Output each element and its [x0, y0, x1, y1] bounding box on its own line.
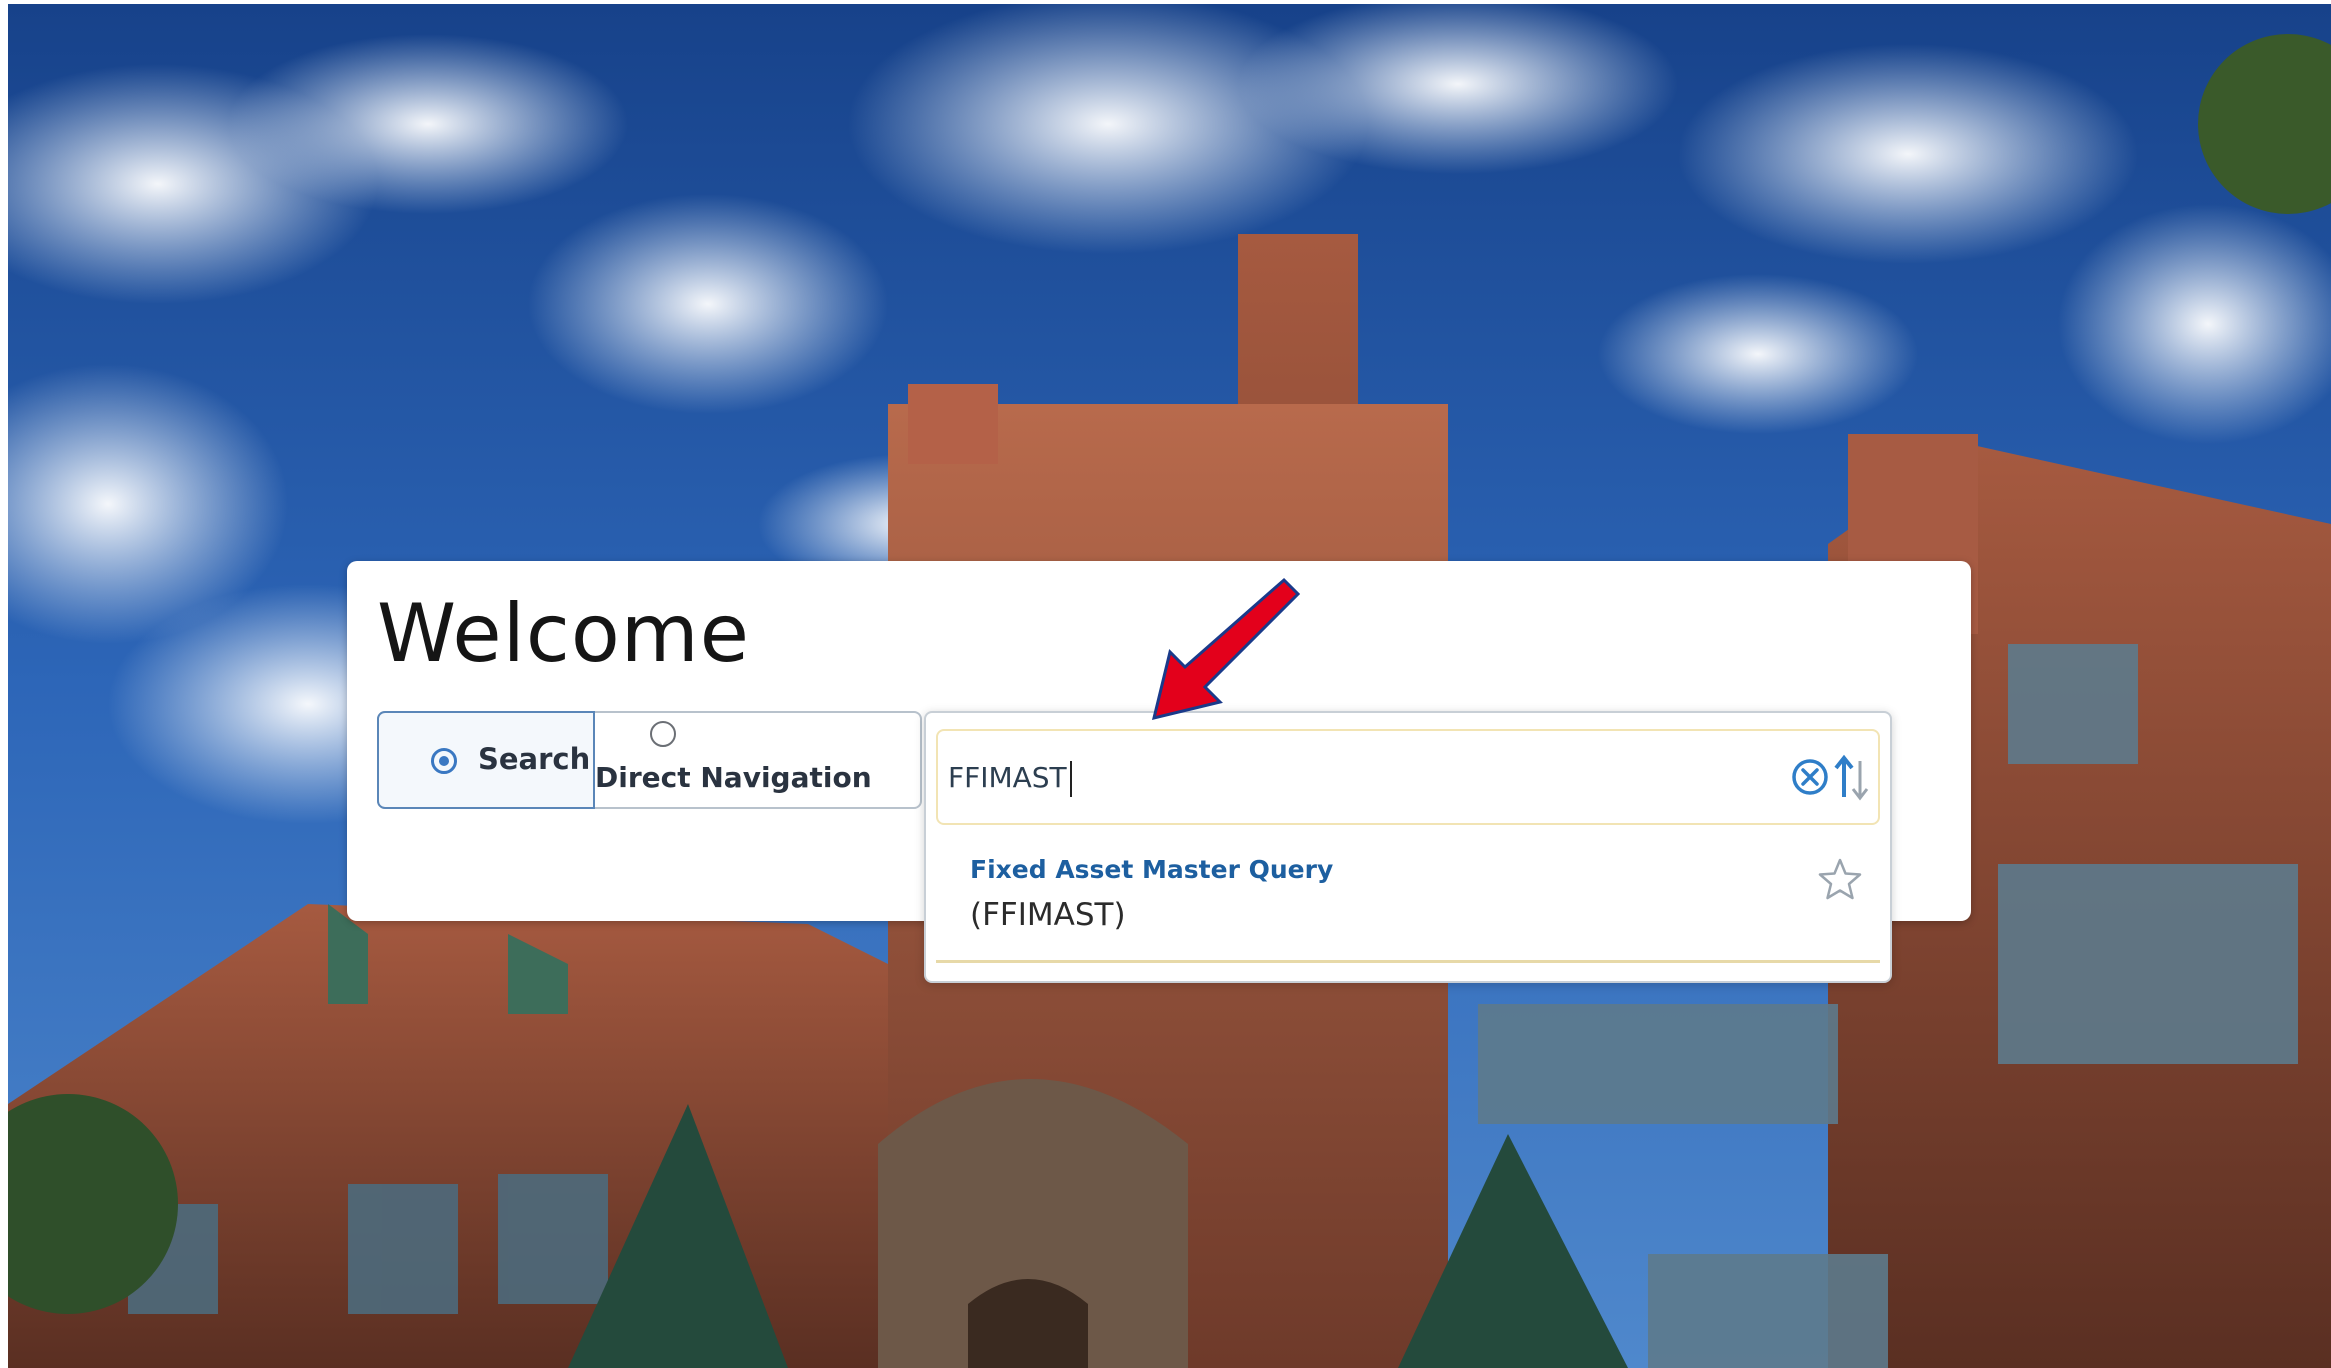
search-mode-option[interactable]: Search — [377, 711, 595, 809]
welcome-title: Welcome — [377, 587, 750, 680]
star-outline-icon[interactable] — [1818, 857, 1862, 901]
result-code: (FFIMAST) — [970, 897, 1126, 933]
direct-navigation-option[interactable]: Direct Navigation — [595, 713, 920, 807]
navigation-mode-toggle: Search Direct Navigation — [377, 711, 922, 809]
radio-unselected-icon[interactable] — [650, 721, 676, 747]
radio-selected-icon[interactable] — [431, 748, 457, 774]
screen: Welcome Search Direct Navigation FFIMAST… — [0, 0, 2331, 1368]
direct-navigation-label: Direct Navigation — [595, 761, 872, 794]
search-result-item[interactable]: Fixed Asset Master Query (FFIMAST) — [936, 837, 1880, 963]
search-field[interactable] — [936, 729, 1880, 825]
search-panel: Fixed Asset Master Query (FFIMAST) — [924, 711, 1892, 983]
clear-circle-x-icon[interactable] — [1790, 757, 1830, 797]
search-mode-label: Search — [478, 742, 591, 776]
red-arrow-icon — [1151, 577, 1300, 721]
text-cursor — [1070, 761, 1072, 797]
result-title[interactable]: Fixed Asset Master Query — [970, 855, 1333, 884]
sort-arrows-icon[interactable] — [1832, 753, 1872, 803]
